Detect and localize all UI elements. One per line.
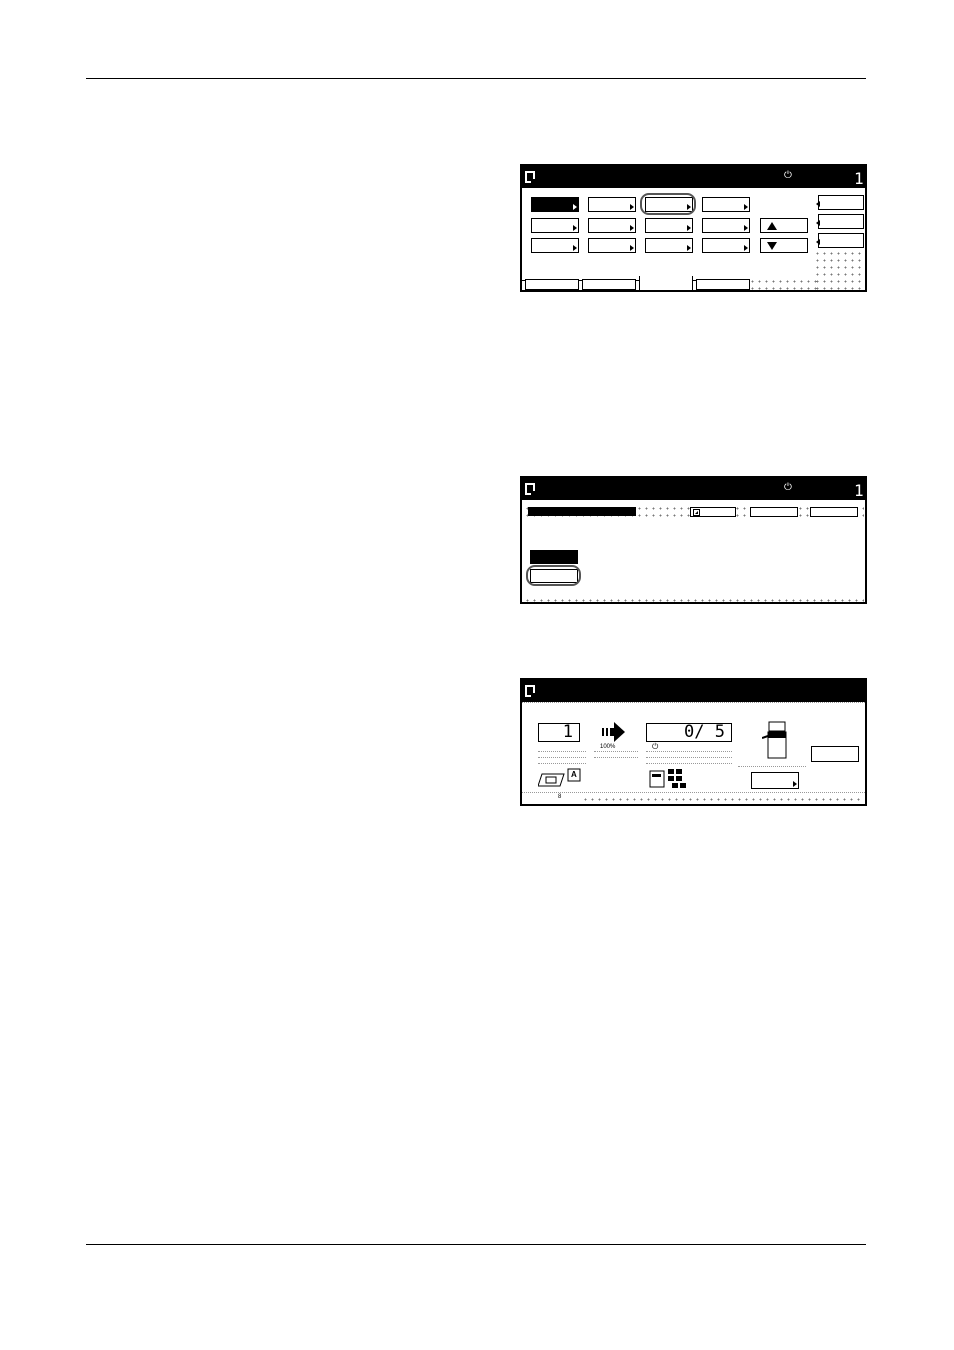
option-button-selected[interactable]	[530, 550, 578, 564]
function-button[interactable]	[702, 218, 750, 233]
highlight-ring	[640, 193, 696, 215]
tab-active[interactable]	[639, 276, 693, 290]
header-rule	[86, 78, 866, 79]
title-bar: ⏻ 1	[522, 166, 865, 188]
original-count-box: 1	[538, 723, 580, 742]
function-button[interactable]	[588, 218, 636, 233]
dashed-line	[538, 763, 586, 764]
tab[interactable]	[696, 279, 750, 290]
scroll-down-button[interactable]	[760, 238, 808, 253]
copy-document-icon	[525, 685, 535, 697]
function-button[interactable]	[588, 197, 636, 212]
title-bar: ⏻ 1	[522, 478, 865, 500]
footer-separator	[522, 792, 865, 793]
power-icon: ⏻	[784, 482, 792, 493]
power-icon: ⏻	[784, 170, 792, 181]
copy-count: 1	[854, 169, 864, 188]
function-menu-screen: ⏻ 1	[520, 164, 867, 292]
back-arrow-icon	[693, 509, 700, 516]
function-button-selected[interactable]	[531, 197, 579, 212]
copying-screen: 1 100% 0/ 5 ⏻ A 8	[520, 678, 867, 806]
side-button[interactable]	[816, 233, 864, 248]
side-button[interactable]	[816, 214, 864, 229]
tab[interactable]	[525, 279, 579, 290]
title-bar	[522, 680, 865, 702]
copy-document-icon	[525, 483, 535, 495]
function-button[interactable]	[588, 238, 636, 253]
scroll-up-button[interactable]	[760, 218, 808, 233]
tab[interactable]	[582, 279, 636, 290]
side-button[interactable]	[816, 195, 864, 210]
back-button[interactable]	[690, 507, 736, 517]
stop-button[interactable]	[811, 746, 859, 762]
function-button[interactable]	[702, 238, 750, 253]
header-button[interactable]	[750, 507, 798, 517]
progress-box: 0/ 5	[646, 723, 732, 742]
setting-button[interactable]	[751, 772, 799, 789]
footer-page-number: 8	[558, 794, 562, 800]
title-separator	[522, 702, 865, 703]
copy-count: 1	[854, 481, 864, 500]
highlight-ring	[526, 565, 581, 586]
header-button[interactable]	[810, 507, 858, 517]
dashed-line	[646, 751, 732, 752]
setting-title-bar	[528, 507, 636, 516]
original-size-label: A	[571, 770, 577, 779]
triangle-up-icon	[767, 222, 777, 230]
original-tray-icon	[538, 768, 581, 787]
dashed-line	[594, 757, 638, 758]
copier-icon	[762, 721, 787, 759]
dotted-footer	[524, 597, 864, 602]
dotted-footer	[582, 796, 862, 802]
zoom-label: 100%	[600, 744, 616, 750]
dashed-line	[738, 766, 806, 767]
output-stack-icon	[649, 769, 686, 788]
dashed-line	[538, 757, 586, 758]
function-button[interactable]	[645, 218, 693, 233]
function-button[interactable]	[531, 238, 579, 253]
setting-screen: ⏻ 1	[520, 476, 867, 604]
dotted-area	[749, 278, 817, 290]
dashed-line	[646, 757, 732, 758]
function-button[interactable]	[645, 238, 693, 253]
dashed-line	[594, 751, 638, 752]
function-button[interactable]	[702, 197, 750, 212]
dashed-line	[538, 751, 586, 752]
footer-rule	[86, 1244, 866, 1245]
copy-document-icon	[525, 171, 535, 183]
dashed-line	[646, 763, 732, 764]
function-button[interactable]	[531, 218, 579, 233]
arrow-right-icon	[602, 722, 625, 742]
dotted-area	[814, 250, 865, 290]
triangle-down-icon	[767, 242, 777, 250]
